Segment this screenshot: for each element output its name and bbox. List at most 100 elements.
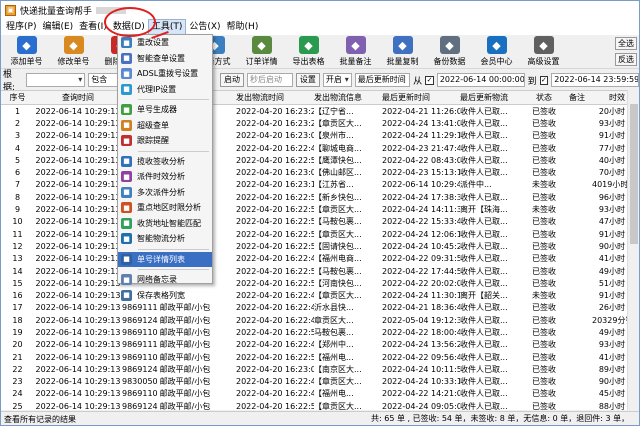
toolbar-button-9[interactable]: ◆ 备份数据 [426,35,473,69]
enable-select[interactable]: 开启 [322,73,352,87]
tools-menu-item-10[interactable]: ■ 重点地区时限分析 [118,200,212,216]
tools-menu-item-6[interactable]: ■ 跟踪提醒 [118,133,212,149]
table-row[interactable]: 6 2022-06-14 10:29:13 2022-04-20 16:23:09 【… [1,166,627,178]
table-row[interactable]: 17 2022-06-14 10:29:1398691114...邮政平邮/小包 2… [1,302,627,314]
table-row[interactable]: 16 2022-06-14 10:29:13 2022-04-20 16:22:46… [1,289,627,301]
time-field-select[interactable]: 最后更新时间 [354,73,411,87]
table-cell: 收件人已取... [460,241,508,251]
table-row[interactable]: 23 2022-06-14 10:29:1398300509...邮政平邮/小包 2… [1,376,627,388]
table-cell: 收件人已取... [460,217,508,227]
table-cell: 2022-06-14 10:29:13 [35,131,121,141]
toolbar-button-10[interactable]: ◆ 会员中心 [473,35,520,69]
table-row[interactable]: 10 2022-06-14 10:29:13 2022-04-20 16:22:51… [1,216,627,228]
table-row[interactable]: 14 2022-06-14 10:29:13 2022-04-20 16:22:50… [1,265,627,277]
table-cell: 2022-04-20 16:22:50 [236,401,314,410]
column-header-1[interactable]: 查询时间 [34,92,122,103]
table-row[interactable]: 22 2022-06-14 10:29:1398691245...邮政平邮/小包 2… [1,363,627,375]
tools-menu-item-12[interactable]: ■ 智能物流分析 [118,231,212,247]
tools-menu-item-14[interactable]: ■ 网络备忘录 [118,272,212,288]
column-header-8[interactable]: 最后更新物流 [460,92,526,103]
table-cell: 24 [12,389,23,399]
table-cell: 2022-06-14 10:29:13 [35,352,121,362]
toolbar-label-6: 导出表格 [292,57,325,66]
toolbar-button-7[interactable]: ◆ 批量备注 [332,35,379,69]
tools-menu-item-8[interactable]: ■ 派件时效分析 [118,169,212,185]
invert-select-button[interactable]: 反选 [615,53,637,66]
table-row[interactable]: 25 2022-06-14 10:29:1398691245...邮政平邮/小包 2… [1,400,627,410]
table-cell: 【马鞍包裹... [314,266,362,276]
column-header-10[interactable]: 备注 [562,92,592,103]
toolbar-button-6[interactable]: ◆ 导出表格 [285,35,332,69]
table-row[interactable]: 7 2022-06-14 10:29:13 2022-04-20 16:23:18 【… [1,179,627,191]
add-icon: ◆ [16,36,37,54]
column-header-5[interactable]: 发出物流时间 [236,92,314,103]
set-button[interactable]: 设置 [295,73,320,87]
tools-menu-item-9[interactable]: ■ 多次派件分析 [118,185,212,201]
toolbar-button-8[interactable]: ◆ 批量复制 [379,35,426,69]
menu-item-1[interactable]: 编辑(E) [39,20,76,34]
tools-menu-item-11[interactable]: ■ 收货地址智能匹配 [118,216,212,232]
start-button[interactable]: 启动 [220,73,244,87]
tools-menu-item-7[interactable]: ■ 揽收签收分析 [118,154,212,170]
table-row[interactable]: 11 2022-06-14 10:29:13 2022-04-20 16:22:52… [1,228,627,240]
table-row[interactable]: 13 2022-06-14 10:29:13 2022-04-20 16:22:45… [1,253,627,265]
table-row[interactable]: 19 2022-06-14 10:29:1398691102...邮政平邮/小包 2… [1,326,627,338]
table-cell: 22 [12,364,23,374]
table-row[interactable]: 3 2022-06-14 10:29:13 2022-04-20 16:23:08 【… [1,130,627,142]
seconds-input[interactable]: 秒后启动 [247,73,293,87]
table-row[interactable]: 1 2022-06-14 10:29:13 2022-04-20 16:23:21 【… [1,105,627,117]
filter-field-select[interactable] [26,73,86,87]
app-window: ▣ 快递批量查询帮手 程序(P) 编辑(E) 查看(I) 数据(D) 工具(T) 公告(X… [0,0,640,426]
table-row[interactable]: 4 2022-06-14 10:29:13 2022-04-20 16:22:47 【… [1,142,627,154]
to-datetime[interactable]: 2022-06-14 23:59:59 [551,73,639,87]
table-row[interactable]: 9 2022-06-14 10:29:13 2022-04-20 16:22:53 【… [1,203,627,215]
table-row[interactable]: 20 2022-06-14 10:29:1398691111...邮政平邮/小包 2… [1,339,627,351]
from-checkbox[interactable]: ✓ [425,75,434,85]
to-checkbox[interactable]: ✓ [539,75,549,85]
column-header-7[interactable]: 最后更新时间 [382,92,460,103]
table-row[interactable]: 15 2022-06-14 10:29:13 2022-04-20 16:22:55… [1,277,627,289]
table-cell: 15 [12,278,23,288]
table-row[interactable]: 8 2022-06-14 10:29:13 2022-04-20 16:22:59 【… [1,191,627,203]
column-header-11[interactable]: 时效 [592,92,627,103]
table-row[interactable]: 12 2022-06-14 10:29:13 2022-04-20 16:22:54… [1,240,627,252]
toolbar-button-11[interactable]: ◆ 高级设置 [520,35,567,69]
table-cell: 2022-06-14 10:29:13 [35,315,121,325]
vertical-scrollbar[interactable] [627,90,639,410]
tools-menu-item-4[interactable]: ■ 单号生成器 [118,102,212,118]
tools-menu-item-2[interactable]: ■ ADSL重拨号设置 [118,66,212,82]
table-cell: 2022-04-23 21:47:47 [382,143,460,153]
table-row[interactable]: 2 2022-06-14 10:29:13 2022-04-20 16:23:24 【… [1,117,627,129]
table-cell: 20小时 [598,106,625,116]
tools-menu-item-3[interactable]: ■ 代理IP设置 [118,82,212,98]
table-row[interactable]: 21 2022-06-14 10:29:1398691102...邮政平邮/小包 2… [1,351,627,363]
table-cell: 2022-04-21 18:36:47 [382,303,460,313]
tools-menu-item-0[interactable]: ■ 重改设置 [118,35,212,51]
tools-menu-item-13[interactable]: ■ 单号详情列表 [118,251,212,267]
table-cell: 14 [12,266,23,276]
table-row[interactable]: 24 2022-06-14 10:29:1398691104...邮政平邮/小包 2… [1,388,627,400]
title-bar: ▣ 快递批量查询帮手 [1,1,639,19]
menu-item-5[interactable]: 公告(X) [186,20,223,34]
toolbar-button-1[interactable]: ◆ 修改单号 [50,35,97,69]
tools-dropdown-menu: ■ 重改设置 ■ 智能查单设置 ■ ADSL重拨号设置 ■ 代理IP设置 ■ 单号生成器 ■ 超级查单… [117,34,213,301]
column-header-6[interactable]: 发出物流信息 [314,92,382,103]
menu-item-0[interactable]: 程序(P) [3,20,39,34]
toolbar-button-0[interactable]: ◆ 添加单号 [3,35,50,69]
menu-item-6[interactable]: 帮助(H) [224,20,262,34]
column-header-0[interactable]: 序号 [1,92,34,103]
select-all-button[interactable]: 全选 [615,37,637,50]
toolbar-label-8: 批量复制 [386,57,419,66]
from-datetime[interactable]: 2022-06-14 00:00:00 [436,73,525,87]
tools-menu-item-15[interactable]: ■ 保存表格列宽 [118,288,212,304]
tools-menu-item-5[interactable]: ■ 超级查单 [118,118,212,134]
table-cell: 【南京区大... [314,364,362,374]
scrollbar-thumb[interactable] [630,104,638,244]
tools-menu-item-1[interactable]: ■ 智能查单设置 [118,51,212,67]
table-row[interactable]: 18 2022-06-14 10:29:1398691245...邮政平邮/小包 2… [1,314,627,326]
table-row[interactable]: 5 2022-06-14 10:29:13 2022-04-20 16:22:55 【… [1,154,627,166]
column-header-9[interactable]: 状态 [526,92,562,103]
table-cell: 2022-04-24 14:11:34 [382,205,460,215]
table-cell: 10 [12,217,23,227]
toolbar-button-5[interactable]: ◆ 订单详情 [238,35,285,69]
